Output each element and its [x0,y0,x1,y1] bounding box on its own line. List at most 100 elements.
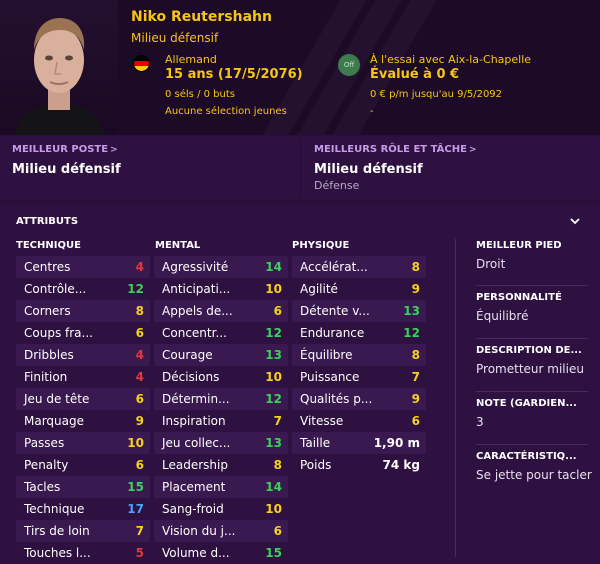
traits-value[interactable]: Se jette pour tacler [476,468,592,482]
attribute-row[interactable]: Concentr... 12 [154,322,288,344]
attribute-name: Dribbles [24,348,74,362]
technique-title: TECHNIQUE [16,240,81,251]
attribute-row[interactable]: Équilibre 8 [292,344,426,366]
attribute-row[interactable]: Courage 13 [154,344,288,366]
attribute-row[interactable]: Finition 4 [16,366,150,388]
attribute-row[interactable]: Vision du j... 6 [154,520,288,542]
international-caps: 0 séls / 0 buts [165,89,235,100]
attribute-value: 8 [411,260,420,274]
best-role-duty: Défense [314,179,360,192]
attribute-value: 12 [403,326,420,340]
attribute-value: 10 [127,436,144,450]
player-header: Niko Reutershahn Milieu défensif Alleman… [0,0,600,135]
best-foot-value: Droit [476,257,506,271]
attribute-row[interactable]: Centres 4 [16,256,150,278]
attribute-row[interactable]: Contrôle... 12 [16,278,150,300]
attribute-value: 6 [135,458,144,472]
attribute-value: 4 [135,348,144,362]
attribute-name: Équilibre [300,348,353,362]
attribute-row[interactable]: Agilité 9 [292,278,426,300]
best-foot-title: MEILLEUR PIED [476,240,562,251]
contract-info: 0 € p/m jusqu'au 9/5/2092 [370,89,503,100]
attribute-row[interactable]: Technique 17 [16,498,150,520]
personality-value[interactable]: Équilibré [476,309,562,323]
attribute-row[interactable]: Touches l... 5 [16,542,150,564]
nationality[interactable]: Allemand [165,53,217,66]
contract-extra: - [370,106,374,117]
attribute-value: 10 [265,282,282,296]
mental-title: MENTAL [155,240,201,251]
attribute-row[interactable]: Inspiration 7 [154,410,288,432]
player-avatar [0,0,118,135]
attribute-name: Technique [24,502,85,516]
attribute-row[interactable]: Coups fra... 6 [16,322,150,344]
attribute-name: Courage [162,348,213,362]
attribute-row[interactable]: Puissance 7 [292,366,426,388]
attribute-name: Jeu de tête [24,392,90,406]
attribute-name: Placement [162,480,226,494]
attribute-name: Vision du j... [162,524,236,538]
info-divider [476,338,588,339]
personality-title: PERSONNALITÉ [476,292,562,303]
attribute-row[interactable]: Endurance 12 [292,322,426,344]
attribute-name: Qualités p... [300,392,373,406]
attribute-row[interactable]: Détente v... 13 [292,300,426,322]
attribute-name: Accélérat... [300,260,368,274]
attribute-value: 9 [411,392,420,406]
attribute-row[interactable]: Poids 74 kg [292,454,426,476]
attribute-name: Marquage [24,414,85,428]
attribute-name: Corners [24,304,71,318]
attribute-value: 5 [135,546,144,560]
attribute-row[interactable]: Tacles 15 [16,476,150,498]
description-block: DESCRIPTION DE... Prometteur milieu [476,345,584,376]
player-name: Niko Reutershahn [131,9,272,25]
attribute-value: 17 [127,502,144,516]
attribute-name: Décisions [162,370,220,384]
best-role-link[interactable]: MEILLEURS RÔLE ET TÂCHE > [314,144,476,155]
attributes-panel: ATTRIBUTS TECHNIQUE MENTAL PHYSIQUE Cent… [0,205,600,564]
attribute-row[interactable]: Tirs de loin 7 [16,520,150,542]
attribute-name: Sang-froid [162,502,224,516]
attribute-value: 9 [135,414,144,428]
player-position: Milieu défensif [131,31,219,45]
attribute-row[interactable]: Décisions 10 [154,366,288,388]
best-position-link[interactable]: MEILLEUR POSTE > [12,144,118,155]
chevron-down-icon[interactable] [568,214,582,228]
attribute-row[interactable]: Sang-froid 10 [154,498,288,520]
note-title: NOTE (GARDIEN... [476,398,577,409]
attribute-row[interactable]: Marquage 9 [16,410,150,432]
attribute-value: 8 [135,304,144,318]
attribute-name: Tacles [24,480,61,494]
attribute-row[interactable]: Détermin... 12 [154,388,288,410]
attribute-row[interactable]: Passes 10 [16,432,150,454]
youth-caps: Aucune sélection jeunes [165,106,287,117]
attribute-name: Leadership [162,458,228,472]
attribute-row[interactable]: Penalty 6 [16,454,150,476]
attribute-row[interactable]: Agressivité 14 [154,256,288,278]
attribute-row[interactable]: Dribbles 4 [16,344,150,366]
attribute-row[interactable]: Volume d... 15 [154,542,288,564]
attribute-name: Poids [300,458,332,472]
attribute-row[interactable]: Accélérat... 8 [292,256,426,278]
attribute-row[interactable]: Qualités p... 9 [292,388,426,410]
attribute-row[interactable]: Vitesse 6 [292,410,426,432]
attributes-title: ATTRIBUTS [16,216,79,227]
attribute-name: Tirs de loin [24,524,90,538]
attribute-row[interactable]: Anticipati... 10 [154,278,288,300]
attribute-name: Détente v... [300,304,370,318]
chevron-right-icon: > [468,145,477,155]
attribute-row[interactable]: Appels de... 6 [154,300,288,322]
attribute-row[interactable]: Jeu collec... 13 [154,432,288,454]
attribute-row[interactable]: Leadership 8 [154,454,288,476]
attribute-name: Appels de... [162,304,233,318]
trial-status[interactable]: À l'essai avec Aix-la-Chapelle [370,53,531,66]
attribute-row[interactable]: Corners 8 [16,300,150,322]
attribute-name: Centres [24,260,71,274]
attribute-value: 14 [265,260,282,274]
traits-block: CARACTÉRISTIQ... Se jette pour tacler [476,451,592,482]
attribute-row[interactable]: Taille 1,90 m [292,432,426,454]
attribute-row[interactable]: Placement 14 [154,476,288,498]
attribute-value: 7 [273,414,282,428]
attribute-name: Concentr... [162,326,227,340]
attribute-row[interactable]: Jeu de tête 6 [16,388,150,410]
